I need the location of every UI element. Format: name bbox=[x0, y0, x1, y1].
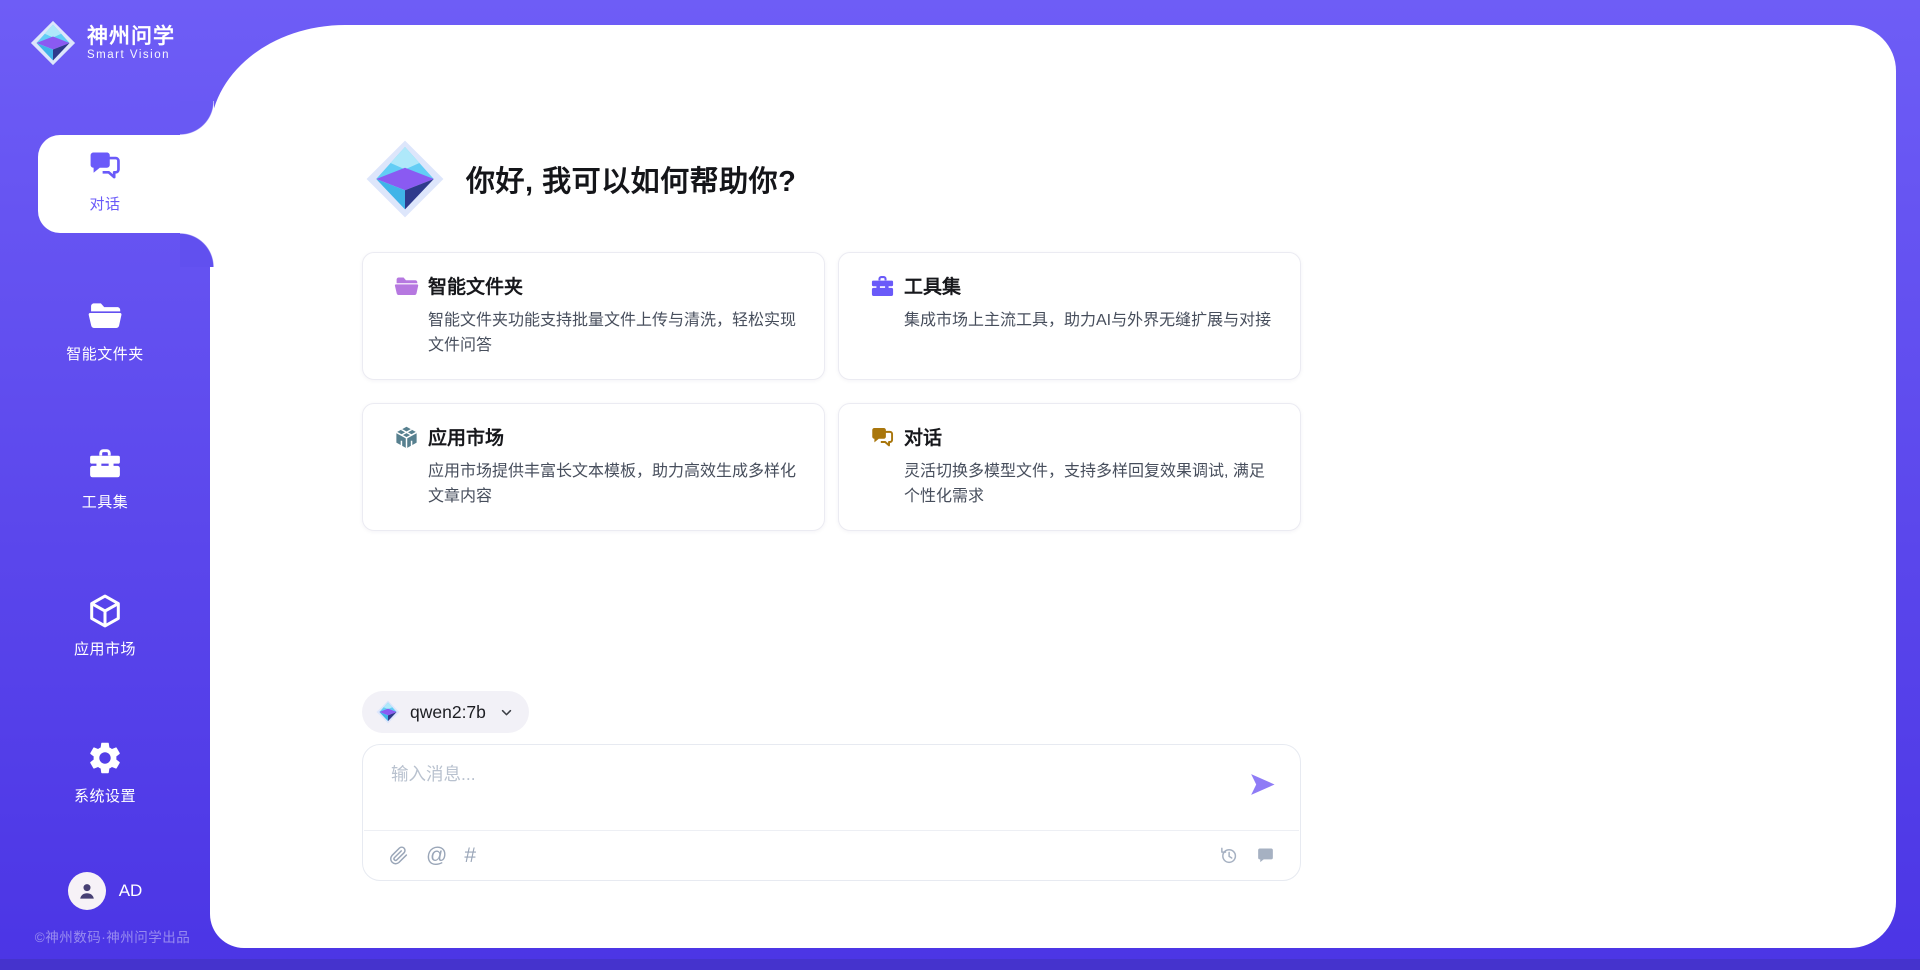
sidebar-item-chat[interactable]: 对话 bbox=[0, 147, 210, 214]
model-name: qwen2:7b bbox=[410, 702, 486, 723]
sidebar-item-label: 对话 bbox=[89, 193, 120, 214]
composer-tools-right bbox=[1218, 830, 1276, 880]
greeting-text: 你好, 我可以如何帮助你? bbox=[466, 158, 796, 200]
card-title: 工具集 bbox=[904, 272, 1274, 299]
composer-tools-left: @ # bbox=[388, 830, 476, 880]
avatar bbox=[68, 872, 106, 910]
feature-cards: 智能文件夹 智能文件夹功能支持批量文件上传与清洗，轻松实现文件问答 工具集 集成… bbox=[362, 252, 1301, 531]
card-toolset[interactable]: 工具集 集成市场上主流工具，助力AI与外界无缝扩展与对接 bbox=[838, 252, 1301, 380]
brand-logo-icon bbox=[30, 20, 76, 66]
card-smart-folder[interactable]: 智能文件夹 智能文件夹功能支持批量文件上传与清洗，轻松实现文件问答 bbox=[362, 252, 825, 380]
card-description: 应用市场提供丰富长文本模板，助力高效生成多样化文章内容 bbox=[428, 459, 798, 509]
chevron-down-icon bbox=[498, 704, 515, 721]
chat-bubbles-icon bbox=[869, 424, 896, 451]
history-button[interactable] bbox=[1218, 845, 1239, 866]
gear-icon bbox=[86, 739, 124, 777]
sidebar-item-label: 工具集 bbox=[82, 491, 129, 512]
composer-divider bbox=[364, 830, 1299, 831]
chat-filled-icon bbox=[1255, 845, 1276, 866]
greeting-logo-icon bbox=[365, 139, 445, 219]
person-icon bbox=[75, 879, 99, 903]
history-clock-icon bbox=[1218, 845, 1239, 866]
card-title: 智能文件夹 bbox=[428, 272, 798, 299]
folder-open-icon bbox=[393, 273, 420, 300]
send-icon bbox=[1248, 770, 1277, 799]
model-logo-icon bbox=[376, 700, 400, 724]
card-app-market[interactable]: 应用市场 应用市场提供丰富长文本模板，助力高效生成多样化文章内容 bbox=[362, 403, 825, 531]
app-window: 神州问学 Smart Vision 对话 智能文件夹 工具集 应用市场 系统设置… bbox=[0, 0, 1920, 970]
app-market-icon bbox=[393, 424, 420, 451]
card-title: 对话 bbox=[904, 423, 1274, 450]
sidebar-item-label: 应用市场 bbox=[74, 638, 136, 659]
at-icon: @ bbox=[426, 845, 447, 866]
sidebar-item-smart-folder[interactable]: 智能文件夹 bbox=[0, 297, 210, 364]
attach-file-button[interactable] bbox=[388, 845, 409, 866]
card-description: 灵活切换多模型文件，支持多样回复效果调试, 满足个性化需求 bbox=[904, 459, 1274, 509]
topic-button[interactable]: # bbox=[464, 845, 476, 866]
message-composer: @ # bbox=[362, 744, 1301, 881]
toolbox-icon bbox=[869, 273, 896, 300]
card-description: 集成市场上主流工具，助力AI与外界无缝扩展与对接 bbox=[904, 308, 1274, 333]
sidebar-item-label: 智能文件夹 bbox=[66, 343, 144, 364]
user-name: AD bbox=[119, 881, 143, 901]
sidebar-footer: ©神州数码·神州问学出品 bbox=[0, 926, 225, 946]
paperclip-icon bbox=[388, 845, 409, 866]
hash-icon: # bbox=[464, 845, 476, 866]
bottom-bar bbox=[0, 959, 1920, 970]
sidebar-item-label: 系统设置 bbox=[74, 785, 136, 806]
conversation-button[interactable] bbox=[1255, 845, 1276, 866]
greeting: 你好, 我可以如何帮助你? bbox=[365, 139, 796, 219]
message-input[interactable] bbox=[389, 759, 1223, 821]
card-chat[interactable]: 对话 灵活切换多模型文件，支持多样回复效果调试, 满足个性化需求 bbox=[838, 403, 1301, 531]
cube-icon bbox=[86, 592, 124, 630]
chat-bubbles-icon bbox=[86, 147, 124, 185]
brand-subtitle: Smart Vision bbox=[87, 49, 175, 61]
sidebar-item-toolset[interactable]: 工具集 bbox=[0, 445, 210, 512]
sidebar-item-settings[interactable]: 系统设置 bbox=[0, 739, 210, 806]
mention-button[interactable]: @ bbox=[426, 845, 447, 866]
brand-name: 神州问学 bbox=[87, 25, 175, 49]
user-profile[interactable]: AD bbox=[0, 872, 210, 910]
brand: 神州问学 Smart Vision bbox=[30, 20, 175, 66]
sidebar-item-app-market[interactable]: 应用市场 bbox=[0, 592, 210, 659]
card-description: 智能文件夹功能支持批量文件上传与清洗，轻松实现文件问答 bbox=[428, 308, 798, 358]
toolbox-icon bbox=[86, 445, 124, 483]
card-title: 应用市场 bbox=[428, 423, 798, 450]
folder-icon bbox=[86, 297, 124, 335]
send-button[interactable] bbox=[1248, 770, 1277, 799]
model-selector[interactable]: qwen2:7b bbox=[362, 691, 529, 733]
